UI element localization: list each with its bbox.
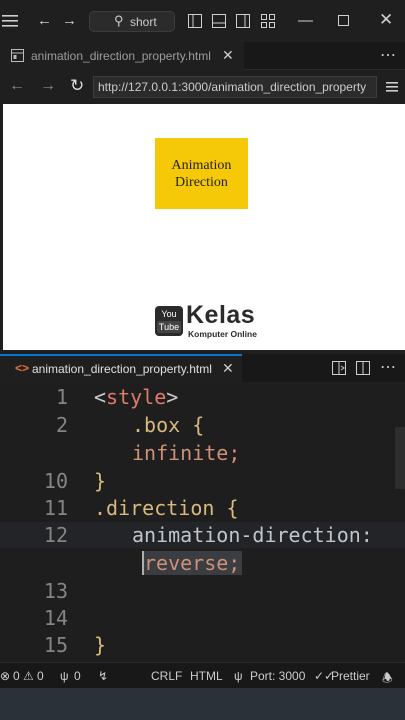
- code-line: .direction {: [94, 496, 239, 520]
- code-line-selected: reverse;: [144, 551, 243, 575]
- forward-icon[interactable]: →: [40, 77, 56, 95]
- menu-icon[interactable]: [2, 14, 18, 31]
- customize-layout-icon[interactable]: [261, 14, 275, 31]
- logo-title: Kelas: [186, 301, 256, 329]
- html-file-icon: <>: [15, 361, 30, 375]
- browser-tab-label: animation_direction_property.html: [31, 49, 211, 63]
- code-line: <style>: [94, 385, 179, 409]
- back-arrow-icon[interactable]: ←: [37, 13, 52, 28]
- search-icon: ⚲: [114, 13, 124, 28]
- box-text-line-1: Animation: [171, 157, 232, 173]
- code-editor[interactable]: 1 <style> 2 .box { infinite; 10 } 11 .di…: [0, 382, 405, 662]
- menu-icon[interactable]: [386, 80, 398, 98]
- reload-icon[interactable]: ↻: [70, 76, 84, 96]
- logo-subtitle: Komputer Online: [188, 329, 257, 339]
- code-line: .box {: [132, 413, 205, 437]
- forward-arrow-icon[interactable]: →: [62, 13, 77, 28]
- close-icon[interactable]: ✕: [379, 11, 393, 28]
- code-line: animation-direction:: [132, 523, 373, 547]
- url-input[interactable]: http://127.0.0.1:3000/animation_directio…: [93, 76, 377, 98]
- code-line: infinite;: [132, 441, 241, 465]
- line-number: 2: [55, 413, 68, 437]
- editor-tab-bar: <> animation_direction_property.html ✕ ⋯: [0, 354, 405, 382]
- ports-icon[interactable]: ψ: [60, 669, 69, 683]
- scrollbar-track[interactable]: [395, 427, 405, 489]
- line-number: 12: [43, 523, 68, 547]
- badge-bottom-text: Tube: [157, 321, 181, 333]
- line-number: 13: [43, 579, 68, 603]
- more-actions-icon[interactable]: ⋯: [380, 45, 396, 65]
- close-tab-icon[interactable]: ✕: [222, 47, 234, 64]
- status-bar: ⊗ 0 ⚠ 0 ψ 0 ↯ CRLF HTML ψ Port: 3000 ✓✓ …: [0, 662, 405, 688]
- toggle-secondary-sidebar-icon[interactable]: [236, 14, 250, 31]
- badge-top-text: You: [161, 309, 177, 319]
- close-editor-tab-icon[interactable]: ✕: [222, 360, 234, 377]
- warning-count[interactable]: 0: [37, 669, 44, 683]
- editor-tab[interactable]: <> animation_direction_property.html ✕: [0, 354, 242, 382]
- toggle-panel-icon[interactable]: [212, 14, 226, 31]
- broadcast-icon[interactable]: ψ: [234, 669, 243, 683]
- search-label: short: [130, 15, 157, 29]
- code-line-text: style: [106, 385, 167, 409]
- line-number: 10: [43, 469, 68, 493]
- browser-viewport: Animation Direction You Tube Kelas Kompu…: [3, 104, 405, 350]
- maximize-icon[interactable]: [338, 14, 349, 29]
- code-line: }: [94, 633, 107, 657]
- split-editor-icon[interactable]: [356, 361, 370, 380]
- bottom-strip: [0, 688, 405, 720]
- editor-tab-label: animation_direction_property.html: [32, 362, 212, 376]
- title-bar: ← → ⚲ short — ✕: [0, 0, 405, 42]
- language-mode[interactable]: HTML: [190, 669, 223, 683]
- box-text-line-2: Direction: [175, 174, 228, 190]
- notification-bell-icon[interactable]: 🕭: [382, 669, 393, 690]
- browser-tab[interactable]: animation_direction_property.html ✕: [0, 42, 244, 70]
- browser-tab-bar: animation_direction_property.html ✕ ⋯: [0, 42, 405, 70]
- eol-indicator[interactable]: CRLF: [151, 669, 182, 683]
- code-line: }: [94, 469, 107, 493]
- ports-count[interactable]: 0: [74, 669, 81, 683]
- minimize-icon[interactable]: —: [298, 13, 313, 28]
- browser-page-icon: [11, 49, 24, 65]
- prettier-status[interactable]: Prettier: [331, 669, 370, 683]
- line-number: 15: [43, 633, 68, 657]
- open-preview-icon[interactable]: [332, 361, 346, 380]
- toggle-primary-sidebar-icon[interactable]: [188, 14, 202, 31]
- channel-logo: You Tube Kelas Komputer Online: [155, 301, 275, 342]
- line-number: 11: [43, 496, 68, 520]
- live-server-port[interactable]: Port: 3000: [250, 669, 305, 683]
- line-number: 1: [55, 385, 68, 409]
- error-icon[interactable]: ⊗: [0, 669, 10, 683]
- lightning-icon[interactable]: ↯: [98, 669, 108, 683]
- warning-icon[interactable]: ⚠: [23, 669, 34, 683]
- more-actions-icon[interactable]: ⋯: [380, 357, 396, 377]
- animated-box: Animation Direction: [155, 138, 248, 209]
- command-center-search[interactable]: ⚲ short: [89, 11, 175, 32]
- error-count[interactable]: 0: [13, 669, 20, 683]
- back-icon[interactable]: ←: [9, 77, 25, 95]
- line-number: 14: [43, 606, 68, 630]
- youtube-badge: You Tube: [155, 306, 183, 336]
- address-bar: ← → ↻ http://127.0.0.1:3000/animation_di…: [0, 70, 405, 104]
